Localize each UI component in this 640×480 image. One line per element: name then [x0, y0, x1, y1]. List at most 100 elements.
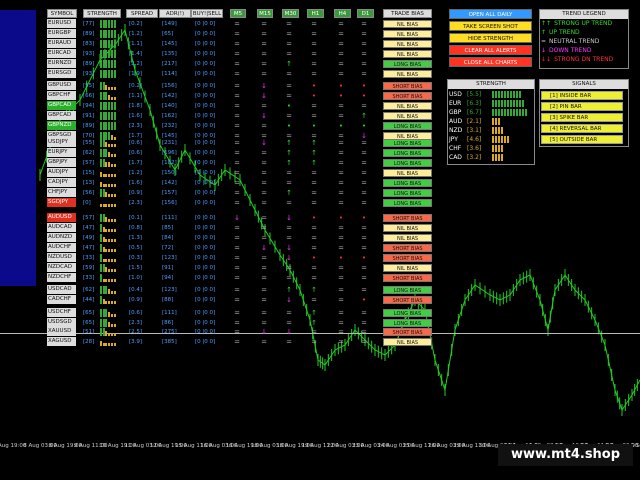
- symbol-button[interactable]: CHFJPY: [47, 188, 76, 197]
- table-row[interactable]: AUDCAD [47] [0.8] [85] [0 |0 0] = = = = = = NIL BIA…: [0, 223, 440, 233]
- currency-label: CAD: [449, 154, 462, 161]
- symbol-button[interactable]: NZDUSD: [47, 253, 76, 262]
- bs-value: [0 |0 0]: [195, 31, 216, 37]
- symbol-button[interactable]: EURGBP: [47, 29, 76, 38]
- symbol-button[interactable]: CADCHF: [47, 295, 76, 304]
- hide-strength-button[interactable]: HIDE STRENGTH: [449, 33, 532, 43]
- table-row[interactable]: EURSGD [93] [1.9] [114] [0 |0 0] = = = = = = NIL BI…: [0, 69, 440, 79]
- symbol-button[interactable]: EURSGD: [47, 69, 76, 78]
- symbol-button[interactable]: SGDJPY: [47, 198, 76, 207]
- symbol-button[interactable]: EURJPY: [47, 148, 76, 157]
- symbol-button[interactable]: CADJPY: [47, 178, 76, 187]
- symbol-button[interactable]: EURAUD: [47, 39, 76, 48]
- down-arrow-icon: ↓: [261, 112, 267, 120]
- strength-bar: [492, 145, 494, 152]
- table-row[interactable]: EURCAD [93] [1.4] [135] [0 |0 0] = = = = = = NIL BI…: [0, 49, 440, 59]
- table-row[interactable]: NZDCAD [59] [1.5] [91] [0 |0 0] = = = = = = NIL BIA…: [0, 263, 440, 273]
- strength-bar: [105, 84, 108, 90]
- strength-bar: [102, 286, 105, 294]
- take-screen-shot-button[interactable]: TAKE SCREEN SHOT: [449, 21, 532, 31]
- table-row[interactable]: EURUSD [77] [0.2] [149] [0 |0 0] = = = = = = NIL BI…: [0, 19, 440, 29]
- symbol-button[interactable]: GBPJPY: [47, 158, 76, 167]
- symbol-button[interactable]: AUDNZD: [47, 233, 76, 242]
- table-row[interactable]: AUDJPY [15] [1.2] [150] [0 |0 0] = = = = = = NIL BI…: [0, 168, 440, 178]
- trend-symbol-icon: ↑: [541, 29, 547, 36]
- table-row[interactable]: AUDUSD [57] [0.1] [111] [0 |0 0] ↓ = ↓ • • • SHORT …: [0, 213, 440, 223]
- spread-value: [0.4]: [129, 287, 143, 293]
- table-row[interactable]: EURGBP [89] [1.2] [65] [0 |0 0] = = = = = = NIL BIA…: [0, 29, 440, 39]
- strength-bar: [105, 279, 108, 282]
- currency-label: CHF: [449, 145, 462, 152]
- table-row[interactable]: NZDCHF [33] [1.0] [94] [0 |0 0] = = = = = = SHORT B…: [0, 273, 440, 283]
- strength-bar: [113, 219, 116, 222]
- table-row[interactable]: GBPNZD [89] [2.3] [232] [0 |0 0] = = • • • • LONG B…: [0, 121, 440, 131]
- symbol-button[interactable]: AUDJPY: [47, 168, 76, 177]
- table-row[interactable]: GBPCAD [91] [1.6] [162] [0 |0 0] = ↓ = = = ↑ NIL BI…: [0, 111, 440, 121]
- symbol-button[interactable]: GBPCAD: [47, 101, 76, 110]
- spread-value: [1.9]: [129, 71, 143, 77]
- strength-bar: [110, 249, 113, 252]
- spread-value: [1.6]: [129, 180, 143, 186]
- symbol-button[interactable]: GBPNZD: [47, 121, 76, 130]
- neutral-icon: =: [311, 169, 317, 177]
- adr-value: [123]: [162, 255, 177, 261]
- table-row[interactable]: XAUUSD [51] [2.5] [275] [0 |0 0] = ↓ ↓ = = = SHORT …: [0, 327, 440, 337]
- table-row[interactable]: USDCHF [65] [0.6] [111] [0 |0 0] = = = ↑ = = LONG B…: [0, 308, 440, 318]
- table-row[interactable]: AUDCHF [47] [0.5] [72] [0 |0 0] = ↓ ↓ = = = SHORT B…: [0, 243, 440, 253]
- symbol-button[interactable]: EURUSD: [47, 19, 76, 28]
- bs-value: [0 |0 0]: [195, 287, 216, 293]
- symbol-button[interactable]: XAUUSD: [47, 327, 76, 336]
- symbol-button[interactable]: USDJPY: [47, 138, 76, 147]
- symbol-button[interactable]: USDSGD: [47, 318, 76, 327]
- strength-bars: [100, 159, 116, 167]
- table-row[interactable]: USDJPY [55] [0.6] [231] [0 |0 0] = ↓ ↑ ↑ = = LONG B…: [0, 138, 440, 148]
- neutral-icon: =: [338, 234, 344, 242]
- table-row[interactable]: CHFJPY [56] [0.9] [157] [0 |0 0] = = ↑ = = = LONG B…: [0, 188, 440, 198]
- symbol-button[interactable]: AUDUSD: [47, 213, 76, 222]
- strength-bars: [100, 319, 116, 327]
- table-row[interactable]: EURJPY [62] [0.6] [196] [0 |0 0] = = ↑ ↑ = = LONG B…: [0, 148, 440, 158]
- bs-value: [0 |0 0]: [195, 21, 216, 27]
- symbol-button[interactable]: EURNZD: [47, 59, 76, 68]
- symbol-button[interactable]: GBPUSD: [47, 81, 76, 90]
- table-row[interactable]: GBPCHF [66] [1.1] [142] [0 |0 0] = ↓ = • • • SHORT …: [0, 91, 440, 101]
- symbol-button[interactable]: AUDCHF: [47, 243, 76, 252]
- trend-legend-item: ↑ UP TREND: [541, 29, 580, 36]
- neutral-icon: =: [261, 50, 267, 58]
- strength-bars: [100, 50, 116, 58]
- neutral-icon: =: [338, 159, 344, 167]
- symbol-button[interactable]: GBPCHF: [47, 91, 76, 100]
- table-row[interactable]: USDCAD [62] [0.4] [123] [0 |0 0] = = ↑ ↑ = = LONG B…: [0, 285, 440, 295]
- table-row[interactable]: SGDJPY [0] [2.3] [156] [0 |0 0] = = = = = = LONG BI…: [0, 198, 440, 208]
- table-row[interactable]: EURNZD [89] [2.2] [217] [0 |0 0] = = ↑ = = = LONG B…: [0, 59, 440, 69]
- close-all-charts-button[interactable]: CLOSE ALL CHARTS: [449, 57, 532, 67]
- signals-title: SIGNALS: [540, 80, 628, 89]
- table-row[interactable]: NZDUSD [33] [0.3] [123] [0 |0 0] = = ↓ • • • SHORT …: [0, 253, 440, 263]
- symbol-button[interactable]: USDCAD: [47, 285, 76, 294]
- neutral-icon: =: [311, 189, 317, 197]
- strength-bar: [108, 60, 111, 68]
- symbol-button[interactable]: USDCHF: [47, 308, 76, 317]
- table-row[interactable]: CADJPY [13] [1.6] [142] [0 |0 0] = = = = = = LONG B…: [0, 178, 440, 188]
- table-row[interactable]: GBPCAD [94] [1.8] [140] [0 |0 0] = = • = = = NIL BI…: [0, 101, 440, 111]
- table-row[interactable]: CADCHF [44] [0.9] [88] [0 |0 0] = = ↓ = = • SHORT B…: [0, 295, 440, 305]
- strength-bar: [510, 100, 512, 107]
- symbol-button[interactable]: EURCAD: [47, 49, 76, 58]
- table-row[interactable]: GBPJPY [57] [1.7] [182] [0 |0 0] = = ↑ ↑ = = LONG B…: [0, 158, 440, 168]
- symbol-button[interactable]: NZDCHF: [47, 273, 76, 282]
- symbol-button[interactable]: AUDCAD: [47, 223, 76, 232]
- table-row[interactable]: EURAUD [83] [1.1] [145] [0 |0 0] = = = = = = NIL BI…: [0, 39, 440, 49]
- clear-all-alerts-button[interactable]: CLEAR ALL ALERTS: [449, 45, 532, 55]
- neutral-icon: =: [361, 40, 367, 48]
- symbol-button[interactable]: NZDCAD: [47, 263, 76, 272]
- trade-bias-badge: NIL BIAS: [383, 30, 432, 38]
- strength-bar: [110, 87, 113, 90]
- symbol-button[interactable]: XAGUSD: [47, 337, 76, 346]
- open-all-daily-button[interactable]: OPEN ALL DAILY: [449, 9, 532, 19]
- strength-bar: [108, 122, 111, 130]
- neutral-icon: =: [286, 234, 292, 242]
- table-row[interactable]: XAGUSD [28] [3.9] [385] [0 |0 0] = = = = = = NIL BI…: [0, 337, 440, 347]
- symbol-button[interactable]: GBPCAD: [47, 111, 76, 120]
- table-row[interactable]: GBPUSD [55] [0.2] [156] [0 |0 0] = ↓ = • • • SHORT …: [0, 81, 440, 91]
- table-row[interactable]: AUDNZD [49] [1.3] [84] [0 |0 0] = = = = = = NIL BIA…: [0, 233, 440, 243]
